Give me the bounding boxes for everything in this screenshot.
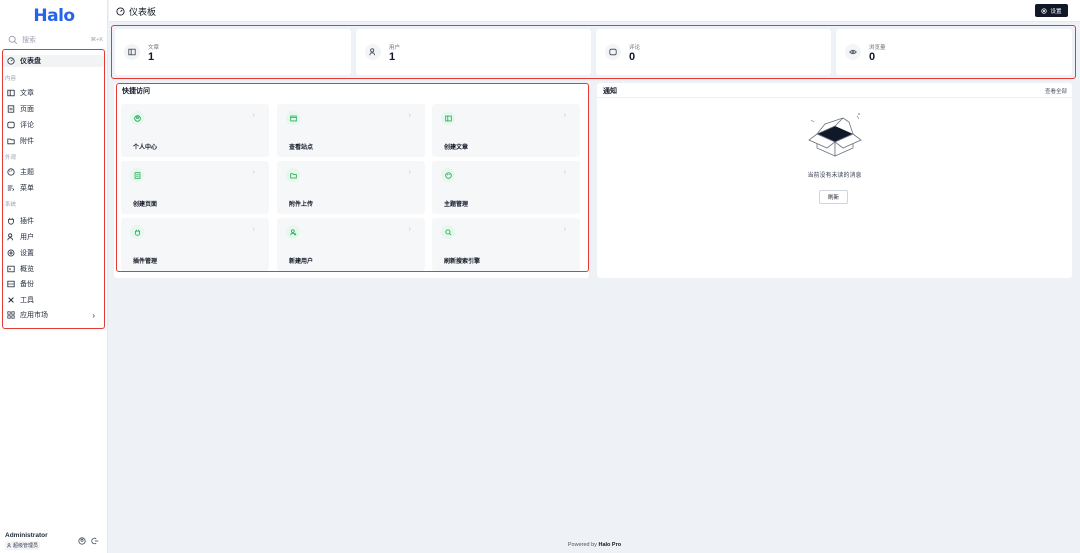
sidebar-group-content: 内容	[5, 76, 17, 82]
plugin-icon	[8, 217, 14, 225]
page-title: 仪表板	[116, 5, 156, 18]
search-input[interactable]: 搜索 ⌘+K	[5, 33, 103, 46]
stat-icon-wrap	[124, 44, 140, 60]
sidebar-item-label: 设置	[20, 250, 34, 257]
post-icon	[7, 89, 15, 97]
search-placeholder: 搜索	[22, 36, 36, 44]
sidebar-item-label: 工具	[20, 297, 34, 304]
sidebar-item-attachments[interactable]: 附件	[7, 135, 102, 147]
sidebar-item-comments[interactable]: 评论	[7, 119, 102, 131]
sidebar-item-settings[interactable]: 设置	[7, 247, 102, 259]
current-user[interactable]: Administrator 超级管理员	[5, 532, 48, 550]
sidebar-item-posts[interactable]: 文章	[7, 87, 102, 99]
sidebar-item-overview[interactable]: 概览	[7, 263, 102, 275]
comment-icon	[7, 121, 15, 129]
stat-card-comments[interactable]: 评论 0	[596, 29, 831, 75]
search-shortcut: ⌘+K	[90, 36, 103, 43]
sidebar-item-pages[interactable]: 页面	[7, 103, 102, 115]
sidebar-item-users[interactable]: 用户	[7, 231, 102, 243]
sidebar-item-backup[interactable]: 备份	[7, 278, 102, 290]
sidebar-item-dashboard[interactable]: 仪表盘	[3, 55, 104, 67]
sidebar-item-label: 文章	[20, 90, 34, 97]
sidebar-item-label: 备份	[20, 281, 34, 288]
profile-icon[interactable]	[78, 537, 86, 545]
refresh-button[interactable]: 刷新	[819, 190, 848, 204]
apps-icon	[7, 311, 15, 319]
stat-label: 浏览量	[869, 45, 886, 51]
folder-icon	[7, 138, 15, 145]
user-icon	[7, 543, 11, 548]
halo-logo[interactable]: Halo	[0, 6, 108, 26]
user-role-label: 超级管理员	[13, 543, 39, 549]
comment-icon	[609, 48, 617, 56]
palette-icon	[7, 168, 15, 176]
page-icon	[7, 105, 15, 113]
dashboard-settings-button[interactable]: 设置	[1035, 4, 1068, 17]
empty-box-illustration	[808, 113, 862, 157]
terminal-icon	[7, 265, 15, 273]
sidebar-group-system: 系统	[5, 202, 17, 208]
footer: Powered by Halo Pro	[109, 542, 1080, 548]
sidebar-item-plugins[interactable]: 插件	[7, 215, 102, 227]
sidebar-item-menus[interactable]: 菜单	[7, 182, 102, 194]
settings-button-label: 设置	[1050, 8, 1062, 15]
stat-card-posts[interactable]: 文章 1	[115, 29, 351, 75]
footer-brand[interactable]: Halo Pro	[598, 542, 621, 548]
user-name: Administrator	[5, 532, 48, 539]
sidebar-item-app-market[interactable]: 应用市场 ›	[7, 309, 102, 321]
stat-value: 1	[148, 51, 155, 63]
user-actions	[78, 537, 99, 545]
top-header: 仪表板 设置	[109, 0, 1080, 22]
stat-card-users[interactable]: 用户 1	[356, 29, 591, 75]
page-title-text: 仪表板	[129, 7, 157, 17]
sidebar-item-label: 页面	[20, 106, 34, 113]
dashboard-icon	[7, 57, 15, 65]
stat-icon-wrap	[365, 44, 381, 60]
stat-label: 用户	[389, 45, 401, 51]
stat-label: 评论	[629, 45, 641, 51]
sidebar-item-label: 菜单	[20, 185, 34, 192]
sidebar-item-label: 仪表盘	[20, 58, 41, 65]
stat-card-views[interactable]: 浏览量 0	[836, 29, 1072, 75]
sidebar-item-themes[interactable]: 主题	[7, 166, 102, 178]
sidebar-item-label: 应用市场	[20, 312, 48, 319]
sidebar-item-label: 插件	[20, 218, 34, 225]
logout-icon[interactable]	[91, 537, 99, 545]
stat-icon-wrap	[845, 44, 861, 60]
view-all-link[interactable]: 查看全部	[1045, 87, 1067, 95]
chevron-right-icon: ›	[92, 310, 95, 320]
sidebar-item-tools[interactable]: 工具	[7, 294, 102, 306]
sidebar-item-label: 评论	[20, 122, 34, 129]
user-icon	[369, 48, 375, 56]
quick-access-highlight	[116, 83, 589, 272]
stat-value: 1	[389, 51, 396, 63]
search-icon	[8, 35, 18, 44]
divider	[597, 97, 1072, 98]
gear-icon	[1041, 7, 1048, 14]
sidebar-item-label: 附件	[20, 138, 34, 145]
footer-prefix: Powered by	[567, 542, 597, 548]
empty-message: 当前没有未读的消息	[807, 173, 862, 179]
user-icon	[7, 233, 13, 241]
tools-icon	[8, 297, 14, 303]
stat-value: 0	[629, 51, 636, 63]
sidebar-item-label: 主题	[20, 169, 34, 176]
eye-icon	[849, 49, 857, 55]
notifications-panel: 通知 查看全部 当前没有未读的消息 刷新	[597, 83, 1072, 278]
user-role-badge: 超级管理员	[5, 541, 41, 550]
post-icon	[128, 48, 136, 56]
stat-label: 文章	[148, 45, 160, 51]
menu-icon	[7, 185, 15, 192]
notifications-title: 通知	[603, 88, 617, 95]
backup-icon	[7, 280, 15, 288]
gear-icon	[7, 249, 15, 257]
stat-icon-wrap	[605, 44, 621, 60]
sidebar-item-label: 用户	[20, 234, 34, 241]
dashboard-icon	[116, 7, 125, 16]
stat-value: 0	[869, 51, 876, 63]
sidebar-item-label: 概览	[20, 266, 34, 273]
sidebar-group-appearance: 外观	[5, 155, 17, 161]
